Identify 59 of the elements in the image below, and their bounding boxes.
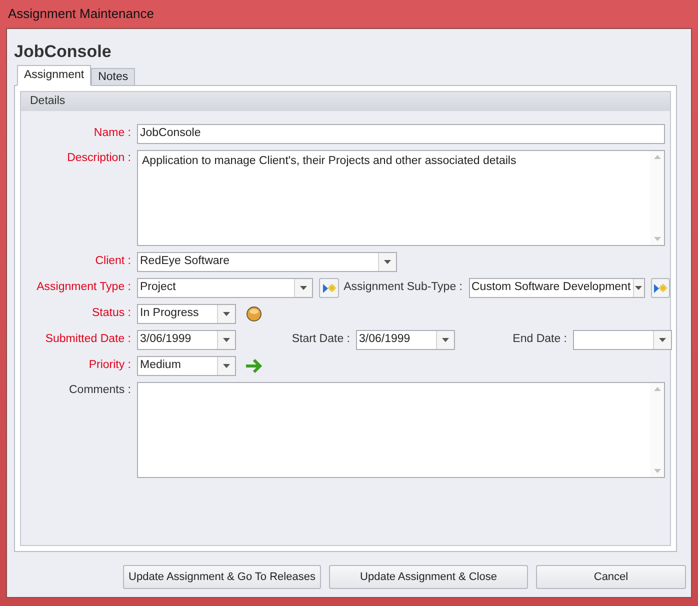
dropdown-value: 3/06/1999 — [359, 332, 410, 348]
play-star-icon — [653, 282, 668, 294]
field-label: Priority : — [88, 358, 131, 374]
heading: JobConsole — [14, 42, 112, 61]
tab[interactable]: Notes — [91, 68, 136, 86]
name-field[interactable]: JobConsole — [137, 124, 665, 144]
dropdown-field[interactable]: Project — [137, 278, 313, 298]
dropdown-value: 3/06/1999 — [140, 332, 192, 348]
text-area[interactable]: Application to manage Client's, their Projects and other associated details — [137, 150, 665, 246]
field-label: Assignment Type : — [36, 280, 131, 296]
caret-icon — [442, 338, 449, 342]
caret-icon — [659, 338, 666, 342]
dropdown-value: Custom Software Development — [472, 280, 631, 296]
tab[interactable]: Assignment — [17, 65, 92, 86]
right-arrow-icon — [245, 358, 263, 374]
field-label: Comments : — [69, 383, 131, 398]
play-star-icon — [322, 282, 336, 294]
dropdown-field[interactable] — [573, 330, 672, 350]
dropdown-value: RedEye Software — [140, 254, 230, 270]
scrollbar[interactable] — [650, 151, 664, 245]
caret-icon — [635, 286, 642, 290]
field-label: Start Date : — [292, 332, 350, 348]
field-label: Name : — [94, 126, 131, 142]
name-value: JobConsole — [140, 126, 201, 142]
add-item-button[interactable] — [650, 278, 670, 298]
text-area[interactable] — [137, 382, 665, 478]
scrollbar[interactable] — [650, 383, 664, 477]
scroll-up-icon — [654, 387, 660, 391]
dialog-button[interactable]: Update Assignment & Go To Releases — [123, 565, 321, 589]
dropdown-field[interactable]: 3/06/1999 — [356, 330, 455, 350]
dialog-button[interactable]: Update Assignment & Close — [329, 565, 528, 589]
dropdown-value: In Progress — [140, 306, 199, 322]
dialog-button[interactable]: Cancel — [536, 565, 686, 589]
text-area-value: Application to manage Client's, their Projects and other associated details — [142, 155, 516, 167]
field-label: Submitted Date : — [45, 332, 131, 348]
dropdown-value: Medium — [140, 358, 181, 374]
dropdown-field[interactable]: 3/06/1999 — [137, 330, 236, 350]
caret-icon — [223, 312, 230, 316]
status-circle-icon — [246, 306, 262, 322]
field-label: End Date : — [512, 332, 567, 348]
window-title: Assignment Maintenance — [8, 5, 154, 24]
field-label: Client : — [95, 254, 131, 270]
add-item-button[interactable] — [319, 278, 338, 298]
scroll-down-icon — [654, 469, 660, 473]
field-label: Status : — [92, 306, 131, 322]
scroll-down-icon — [654, 237, 660, 241]
caret-icon — [223, 338, 230, 342]
scroll-up-icon — [654, 155, 660, 159]
dropdown-field[interactable]: RedEye Software — [137, 252, 397, 272]
caret-icon — [300, 286, 307, 290]
dropdown-field[interactable]: Custom Software Development — [468, 278, 644, 298]
dropdown-value: Project — [140, 280, 176, 296]
group-title: Details — [30, 94, 66, 109]
dropdown-field[interactable]: In Progress — [137, 304, 236, 324]
field-label: Description : — [67, 151, 131, 166]
caret-icon — [223, 364, 230, 368]
caret-icon — [384, 260, 391, 264]
field-label: Assignment Sub-Type : — [344, 280, 462, 296]
dropdown-field[interactable]: Medium — [137, 356, 236, 376]
